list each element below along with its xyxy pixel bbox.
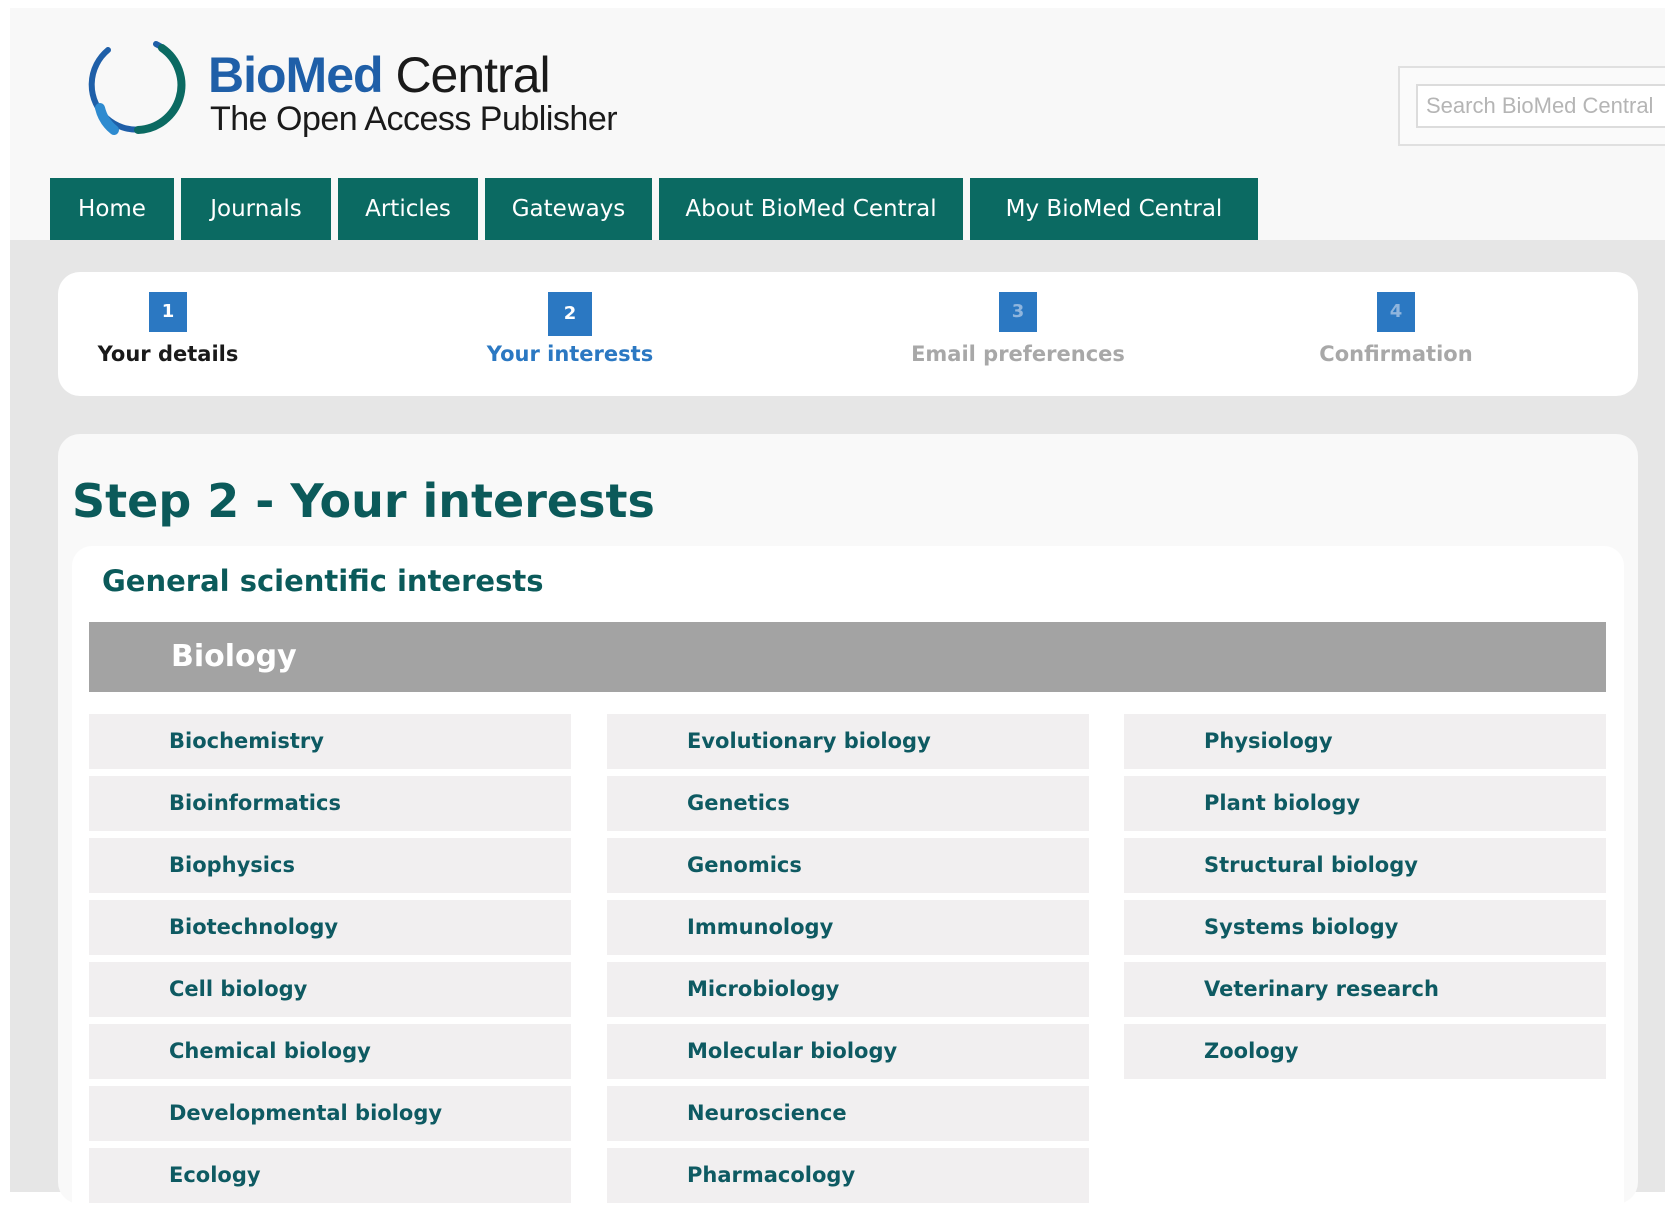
biomed-central-logo[interactable]: BioMed Central The Open Access Publisher bbox=[78, 38, 618, 138]
nav-about-biomed-central[interactable]: About BioMed Central bbox=[659, 178, 963, 240]
registration-steps: 1 Your details 2 Your interests 3 Email … bbox=[58, 272, 1638, 396]
logo-brand-bio: BioMed bbox=[208, 47, 384, 103]
topic-item[interactable]: Cell biology bbox=[89, 962, 571, 1017]
topic-item[interactable]: Genetics bbox=[607, 776, 1089, 831]
step-confirmation[interactable]: 4 Confirmation bbox=[1306, 292, 1486, 366]
topic-item[interactable]: Microbiology bbox=[607, 962, 1089, 1017]
topic-item[interactable]: Veterinary research bbox=[1124, 962, 1606, 1017]
step-label: Confirmation bbox=[1319, 342, 1473, 366]
logo-ring-icon bbox=[88, 41, 186, 135]
topic-item[interactable]: Evolutionary biology bbox=[607, 714, 1089, 769]
topic-item[interactable]: Ecology bbox=[89, 1148, 571, 1203]
topic-column-3: Physiology Plant biology Structural biol… bbox=[1124, 714, 1606, 1086]
topic-item[interactable]: Developmental biology bbox=[89, 1086, 571, 1141]
logo-brand-text: BioMed Central bbox=[208, 47, 551, 103]
topic-item[interactable]: Biochemistry bbox=[89, 714, 571, 769]
step-number-badge: 2 bbox=[548, 292, 592, 336]
step-number-badge: 3 bbox=[999, 292, 1037, 332]
nav-home[interactable]: Home bbox=[50, 178, 174, 240]
site-header: BioMed Central The Open Access Publisher… bbox=[10, 8, 1665, 240]
topic-item[interactable]: Structural biology bbox=[1124, 838, 1606, 893]
topic-item[interactable]: Bioinformatics bbox=[89, 776, 571, 831]
logo-tagline: The Open Access Publisher bbox=[210, 100, 618, 138]
page-background: BioMed Central The Open Access Publisher… bbox=[10, 8, 1665, 1226]
search-input[interactable] bbox=[1416, 84, 1665, 128]
interests-section: General scientific interests Biology Bio… bbox=[72, 546, 1624, 1226]
topic-item[interactable]: Biotechnology bbox=[89, 900, 571, 955]
step-label: Email preferences bbox=[911, 342, 1125, 366]
topic-column-2: Evolutionary biology Genetics Genomics I… bbox=[607, 714, 1089, 1210]
step-label: Your details bbox=[97, 342, 239, 366]
topic-column-1: Biochemistry Bioinformatics Biophysics B… bbox=[89, 714, 571, 1210]
step-number-badge: 4 bbox=[1377, 292, 1415, 332]
step-label: Your interests bbox=[486, 342, 654, 366]
nav-articles[interactable]: Articles bbox=[338, 178, 478, 240]
nav-my-biomed-central[interactable]: My BioMed Central bbox=[970, 178, 1258, 240]
topic-item[interactable]: Systems biology bbox=[1124, 900, 1606, 955]
topic-item[interactable]: Plant biology bbox=[1124, 776, 1606, 831]
topic-item[interactable]: Physiology bbox=[1124, 714, 1606, 769]
search-container bbox=[1398, 66, 1665, 146]
nav-gateways[interactable]: Gateways bbox=[485, 178, 652, 240]
step-your-interests[interactable]: 2 Your interests bbox=[470, 292, 670, 366]
topic-item[interactable]: Molecular biology bbox=[607, 1024, 1089, 1079]
page-title: Step 2 - Your interests bbox=[72, 474, 655, 528]
main-nav: Home Journals Articles Gateways About Bi… bbox=[50, 178, 1265, 240]
step-email-preferences[interactable]: 3 Email preferences bbox=[903, 292, 1133, 366]
step-your-details[interactable]: 1 Your details bbox=[88, 292, 248, 366]
category-header-biology[interactable]: Biology bbox=[89, 622, 1606, 692]
logo-brand-central: Central bbox=[382, 47, 550, 103]
interests-panel: Step 2 - Your interests General scientif… bbox=[58, 434, 1638, 1226]
nav-journals[interactable]: Journals bbox=[181, 178, 331, 240]
category-label: Biology bbox=[171, 639, 297, 674]
topic-item[interactable]: Chemical biology bbox=[89, 1024, 571, 1079]
topic-item[interactable]: Zoology bbox=[1124, 1024, 1606, 1079]
topic-item[interactable]: Immunology bbox=[607, 900, 1089, 955]
topic-item[interactable]: Neuroscience bbox=[607, 1086, 1089, 1141]
step-number-badge: 1 bbox=[149, 292, 187, 332]
topic-item[interactable]: Biophysics bbox=[89, 838, 571, 893]
section-title: General scientific interests bbox=[102, 564, 544, 598]
topic-item[interactable]: Pharmacology bbox=[607, 1148, 1089, 1203]
topic-item[interactable]: Genomics bbox=[607, 838, 1089, 893]
